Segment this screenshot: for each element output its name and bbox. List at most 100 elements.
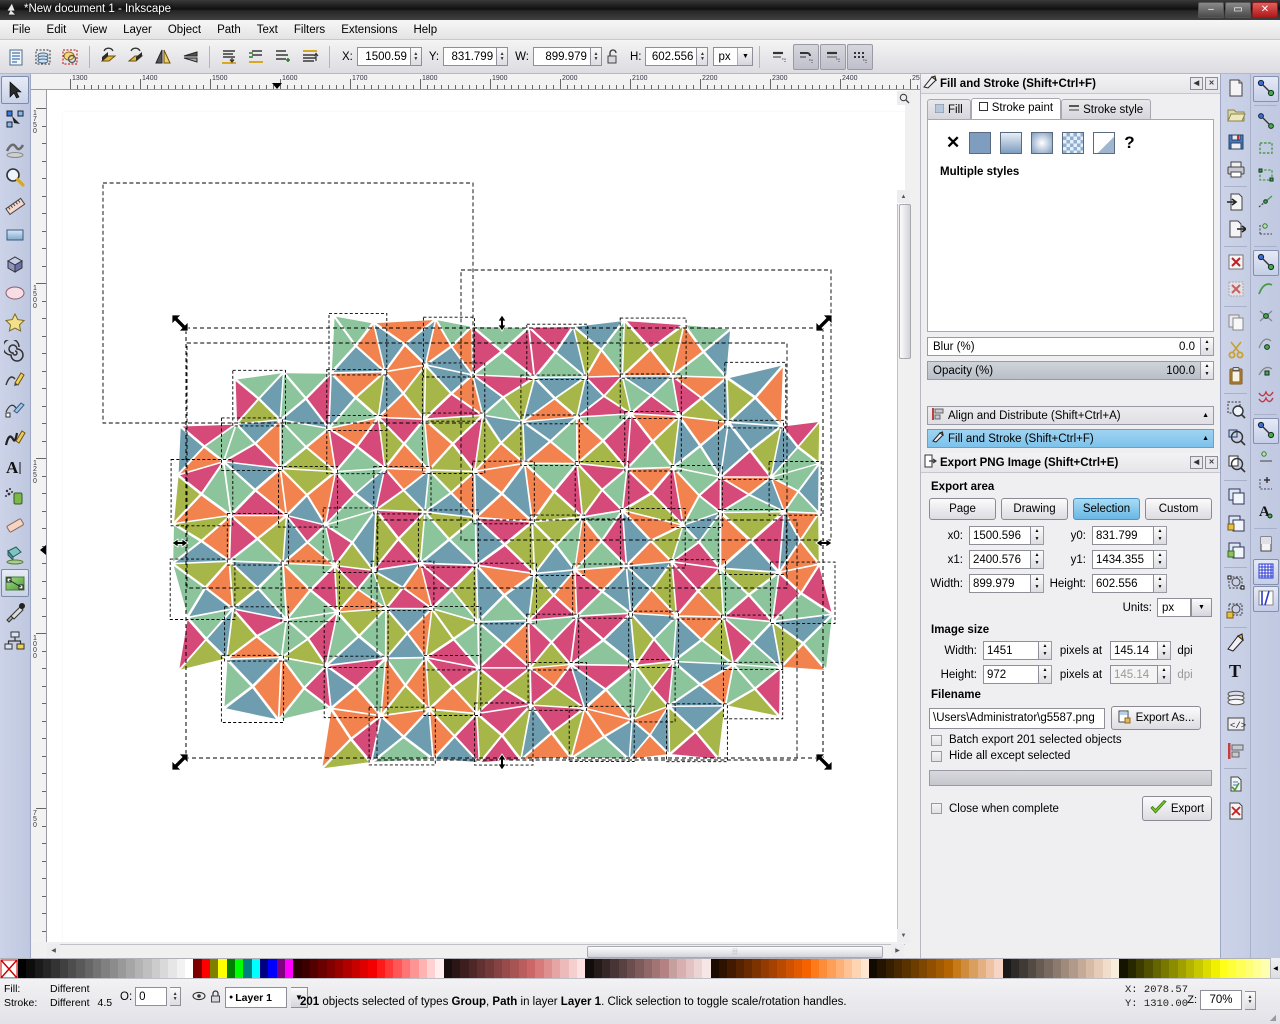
palette-swatch[interactable] [176,959,185,978]
palette-swatch[interactable] [1202,959,1212,978]
img-width-spinner[interactable]: ▲ ▼ [1039,641,1052,660]
palette-swatch[interactable] [226,959,235,978]
style-indicator[interactable]: Fill: Different Stroke: Different 4.5 [4,982,112,1010]
palette-swatch[interactable] [335,959,344,978]
blur-spinner[interactable]: ▲ ▼ [1201,337,1214,356]
w-input[interactable]: 899.979 [532,47,591,66]
palette-swatch[interactable] [326,959,336,978]
select-all-in-layers-icon[interactable] [30,44,56,70]
palette-swatch[interactable] [485,959,494,978]
snap-midpoint-button[interactable] [1253,385,1279,411]
export-units-dropdown[interactable]: ▼ [1191,598,1212,617]
palette-swatch[interactable] [560,959,569,978]
palette-swatch[interactable] [393,959,402,978]
fill-stroke-dialog-button[interactable] [1223,631,1249,657]
scale-handle-nw[interactable] [171,314,189,332]
palette-swatch[interactable] [844,959,853,978]
blur-slider[interactable]: Blur (%) 0.0 [927,337,1201,356]
palette-swatch[interactable] [852,959,861,978]
collapse-panel-button[interactable]: ◀ [1190,77,1203,90]
palette-swatch[interactable] [1035,959,1045,978]
menu-help[interactable]: Help [405,22,445,38]
hide-all-row[interactable]: Hide all except selected [921,746,1220,762]
linear-gradient-icon[interactable] [1000,132,1023,154]
export-area-drawing-button[interactable]: Drawing [1001,498,1068,520]
snap-nodes-button[interactable] [1252,250,1279,276]
palette-swatch[interactable] [1177,959,1187,978]
close-button[interactable]: ✕ [1252,2,1278,18]
palette-swatch[interactable] [543,959,552,978]
snap-text-baseline-button[interactable]: A [1253,499,1279,525]
palette-swatch[interactable] [34,959,44,978]
move-gradients-icon[interactable] [820,43,847,70]
export-width-spinner[interactable]: ▲ ▼ [1031,574,1044,593]
palette-swatch[interactable] [43,959,52,978]
zoom-selection-button[interactable] [1223,397,1249,423]
ungroup-button[interactable] [1223,538,1249,564]
scale-handle-sw[interactable] [171,753,189,771]
palette-swatch[interactable] [159,959,169,978]
palette-swatch[interactable] [276,959,285,978]
palette-swatch[interactable] [552,959,561,978]
y1-spinner[interactable]: ▲ ▼ [1154,550,1167,569]
export-height-spinner[interactable]: ▲ ▼ [1154,574,1167,593]
palette-swatch[interactable] [1227,959,1237,978]
scroll-right-arrow[interactable]: ▶ [891,944,904,957]
palette-swatch[interactable] [84,959,94,978]
menu-filters[interactable]: Filters [286,22,333,38]
copy-button[interactable] [1223,310,1249,336]
palette-swatch[interactable] [193,959,202,978]
snap-page-border-button[interactable] [1253,532,1279,558]
menu-view[interactable]: View [74,22,115,38]
raise-to-top-icon[interactable] [297,44,323,70]
lock-icon[interactable] [210,989,221,1006]
export-button[interactable] [1223,217,1249,243]
palette-swatch[interactable] [819,959,828,978]
palette-swatch[interactable] [652,959,661,978]
palette-swatch[interactable] [259,959,269,978]
text-dialog-button[interactable]: T [1223,658,1249,684]
canvas-horizontal-scrollbar[interactable]: ⦙⦙⦙ [47,944,905,958]
ruler-icon[interactable] [1,192,29,220]
connector-icon[interactable] [1,627,29,655]
palette-swatch[interactable] [518,959,527,978]
collapse-export-panel-button[interactable]: ◀ [1190,456,1203,469]
opacity-input[interactable]: 0 [135,987,168,1006]
tab-stroke-paint[interactable]: Stroke paint [970,98,1062,119]
palette-swatch[interactable] [385,959,394,978]
deselect-icon[interactable] [57,44,83,70]
palette-swatch[interactable] [1010,959,1020,978]
palette-swatch[interactable] [577,959,586,978]
palette-swatch[interactable] [785,959,794,978]
palette-swatch[interactable] [919,959,928,978]
palette-swatch[interactable] [410,959,419,978]
export-area-custom-button[interactable]: Custom [1145,498,1212,520]
palette-swatch[interactable] [910,959,920,978]
palette-swatch[interactable] [827,959,836,978]
canvas-vertical-scrollbar[interactable] [897,204,911,942]
palette-swatch[interactable] [969,959,978,978]
palette-swatch[interactable] [977,959,986,978]
gradient-icon[interactable] [1,569,29,597]
palette-swatch[interactable] [668,959,678,978]
palette-swatch[interactable] [468,959,477,978]
spiral-icon[interactable] [1,337,29,365]
palette-swatch[interactable] [1194,959,1203,978]
scale-handle-se[interactable] [815,753,833,771]
close-panel-button[interactable]: ✕ [1205,77,1218,90]
menu-edit[interactable]: Edit [39,22,75,38]
palette-swatch[interactable] [318,959,327,978]
w-spinner[interactable]: ▲ ▼ [590,47,602,66]
x0-spinner[interactable]: ▲ ▼ [1031,526,1044,545]
palette-swatch[interactable] [1186,959,1195,978]
palette-swatch[interactable] [1169,959,1178,978]
palette-swatch[interactable] [702,959,711,978]
palette-swatch[interactable] [718,959,728,978]
snap-bbox-center-button[interactable] [1253,217,1279,243]
dockbar-align-and-distribute[interactable]: Align and Distribute (Shift+Ctrl+A) ▲ [927,406,1214,425]
palette-swatch[interactable] [935,959,945,978]
palette-swatch[interactable] [368,959,377,978]
palette-swatch[interactable] [743,959,753,978]
palette-swatch[interactable] [251,959,260,978]
scrollbar-thumb[interactable]: ⦙⦙⦙ [587,946,883,958]
